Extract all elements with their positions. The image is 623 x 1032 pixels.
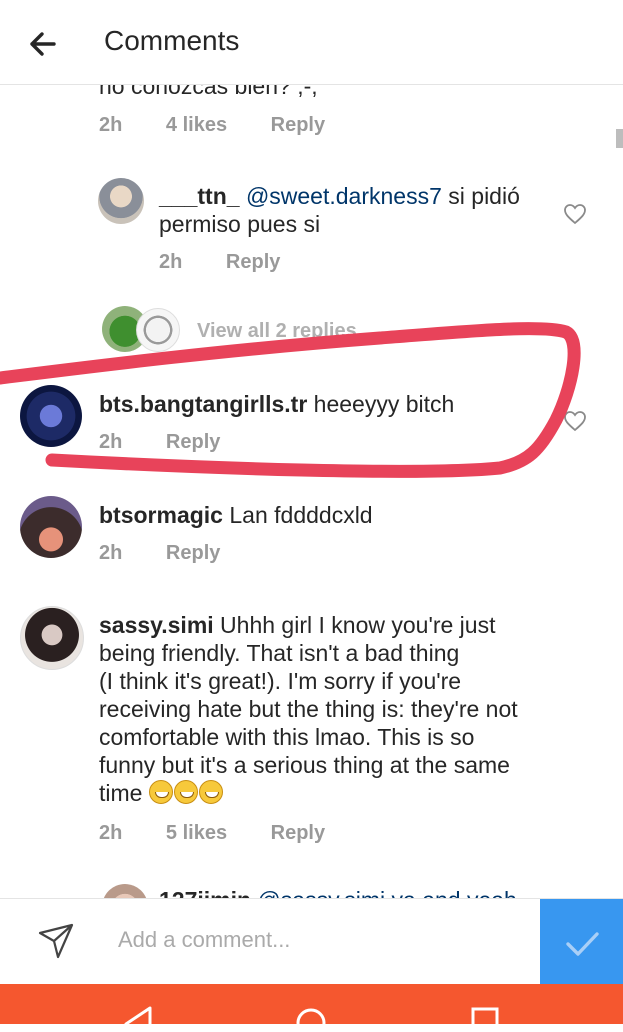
comment-body: sassy.simi Uhhh girl I know you're just [99,611,495,639]
comment-text: si pidió [441,183,520,209]
comment-text-line: comfortable with this lmao. This is so [99,724,475,750]
nav-home-icon[interactable] [294,1006,328,1032]
red-circle-annotation [0,322,581,478]
system-nav-bar [0,984,623,1032]
comment-text-line: permiso pues si [159,211,321,237]
reply-button[interactable]: Reply [271,822,325,844]
avatar[interactable] [20,496,82,558]
comment-time: 2h [99,114,123,136]
comment-text-line: being friendly. That isn't a bad thing [99,640,460,666]
app-header: Comments [0,0,623,85]
nav-recents-icon[interactable] [470,1006,500,1032]
comment-text-line: (I think it's great!). I'm sorry if you'… [99,668,462,694]
page-title: Comments [104,25,240,56]
scrollbar-thumb[interactable] [616,129,623,148]
comment-time: 2h [99,822,123,844]
send-direct-icon[interactable] [36,921,76,961]
reply-button[interactable]: Reply [226,251,280,273]
nav-back-icon[interactable] [120,1004,154,1030]
heart-icon[interactable] [563,203,587,225]
comment-mention[interactable]: @sweet.darkness7 [246,183,442,209]
grinning-sweat-emoji-icon [198,780,223,804]
comment-text: Lan fddddcxld [222,502,373,528]
comment-text-line: funny but it's a serious thing at the sa… [99,752,510,778]
comment-meta: 2h Reply [159,251,318,274]
comment-username[interactable]: ___ttn_ [159,183,240,209]
post-comment-button[interactable] [540,899,623,985]
comment-input[interactable]: Add a comment... [118,927,290,953]
grinning-sweat-emoji-icon [173,780,198,804]
comment-meta: 2h 5 likes Reply [99,822,363,845]
checkmark-icon [566,932,599,956]
comment-meta: 2h 4 likes Reply [99,114,363,137]
comment-body: ___ttn_ @sweet.darkness7 si pidió [159,182,520,210]
comment-username[interactable]: sassy.simi [99,612,214,638]
avatar[interactable] [98,178,144,224]
reply-button[interactable]: Reply [271,114,325,136]
comment-time: 2h [99,542,123,564]
comment-text-line: Uhhh girl I know you're just [213,612,496,638]
reply-button[interactable]: Reply [166,542,220,564]
comment-text-line-last: time [99,779,224,807]
comment-composer: Add a comment... [0,898,623,985]
comment-text-line: time [99,780,143,806]
back-arrow-icon[interactable] [24,24,64,64]
comment-username[interactable]: btsormagic [99,502,223,528]
grinning-sweat-emoji-icon [148,780,173,804]
avatar[interactable] [20,606,84,670]
comment-body: btsormagic Lan fddddcxld [99,501,373,529]
comment-likes[interactable]: 4 likes [166,114,227,136]
comment-text-line: receiving hate but the thing is: they're… [99,696,518,722]
comment-likes[interactable]: 5 likes [166,822,227,844]
comment-time: 2h [159,251,183,273]
comment-meta: 2h Reply [99,542,258,565]
